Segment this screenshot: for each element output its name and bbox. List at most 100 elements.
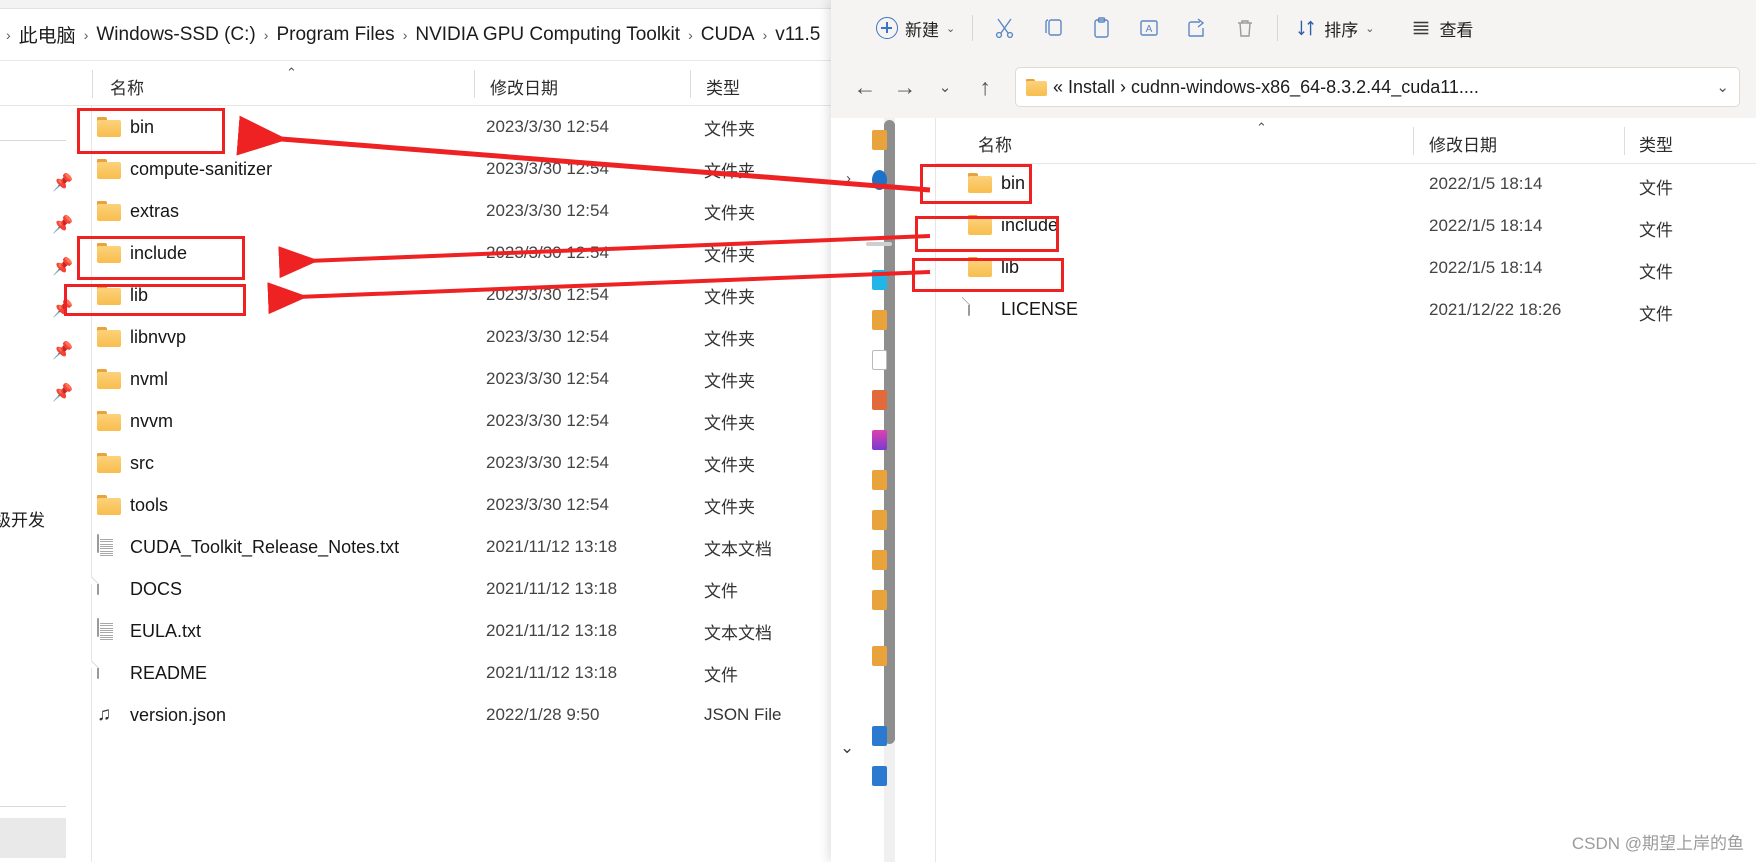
file-name[interactable]: lib [1001, 257, 1019, 278]
cut-button[interactable] [981, 8, 1029, 48]
file-name[interactable]: extras [130, 201, 179, 222]
column-header-date[interactable]: 修改日期 [1429, 131, 1497, 156]
table-row[interactable]: include 2023/3/30 12:54 文件夹 [92, 232, 862, 274]
nav-item-icon[interactable] [872, 130, 887, 150]
sort-button[interactable]: 排序 ⌄ [1286, 8, 1383, 48]
table-row[interactable]: nvml 2023/3/30 12:54 文件夹 [92, 358, 862, 400]
nav-item-truncated-label[interactable]: 级开发 [0, 506, 45, 531]
file-name[interactable]: tools [130, 495, 168, 516]
breadcrumb-item-cuda[interactable]: CUDA [697, 24, 759, 46]
explorer-window-cudnn: 新建 ⌄ A 排序 ⌄ 查看 ← → ⌄ ↑ « Install › cudnn… [831, 0, 1756, 862]
column-divider[interactable] [690, 70, 691, 98]
back-button[interactable]: ← [845, 68, 885, 106]
nav-item-icon[interactable] [872, 270, 887, 290]
table-row[interactable]: bin 2023/3/30 12:54 文件夹 [92, 106, 862, 148]
file-name[interactable]: CUDA_Toolkit_Release_Notes.txt [130, 537, 399, 558]
nav-item-icon[interactable] [872, 766, 887, 786]
breadcrumb-item-nvidia-gpu-computing-toolkit[interactable]: NVIDIA GPU Computing Toolkit [411, 24, 684, 46]
nav-item-icon[interactable] [872, 470, 887, 490]
nav-item-icon[interactable] [872, 590, 887, 610]
address-input[interactable]: « Install › cudnn-windows-x86_64-8.3.2.4… [1015, 67, 1740, 107]
table-row[interactable]: libnvvp 2023/3/30 12:54 文件夹 [92, 316, 862, 358]
view-button[interactable]: 查看 [1401, 8, 1482, 48]
right-file-list[interactable]: bin 2022/1/5 18:14 文件 include 2022/1/5 18:14… [936, 164, 1756, 862]
column-divider[interactable] [474, 70, 475, 98]
pin-icon[interactable]: 📌 [52, 174, 73, 192]
breadcrumb-item-windows-ssd-c[interactable]: Windows-SSD (C:) [92, 24, 259, 46]
nav-item-icon[interactable] [872, 646, 887, 666]
nav-item-icon[interactable] [866, 242, 892, 246]
column-header-name[interactable]: 名称 [978, 131, 1012, 156]
table-row[interactable]: src 2023/3/30 12:54 文件夹 [92, 442, 862, 484]
left-file-list[interactable]: bin 2023/3/30 12:54 文件夹 compute-sanitizer 20… [92, 106, 862, 862]
paste-button[interactable] [1077, 8, 1125, 48]
file-name[interactable]: include [130, 243, 187, 264]
nav-selected-block[interactable] [0, 818, 66, 858]
file-name[interactable]: EULA.txt [130, 621, 201, 642]
table-row[interactable]: extras 2023/3/30 12:54 文件夹 [92, 190, 862, 232]
breadcrumb-item-v11-5[interactable]: v11.5 [771, 24, 824, 46]
table-row[interactable]: DOCS 2021/11/12 13:18 文件 [92, 568, 862, 610]
table-row[interactable]: tools 2023/3/30 12:54 文件夹 [92, 484, 862, 526]
file-name[interactable]: bin [1001, 173, 1025, 194]
table-row[interactable]: lib 2023/3/30 12:54 文件夹 [92, 274, 862, 316]
recent-locations-button[interactable]: ⌄ [925, 68, 965, 106]
pin-icon[interactable]: 📌 [52, 342, 73, 360]
table-row[interactable]: compute-sanitizer 2023/3/30 12:54 文件夹 [92, 148, 862, 190]
breadcrumb[interactable]: › 此电脑 › Windows-SSD (C:) › Program Files › NVID… [0, 21, 824, 48]
nav-item-icon[interactable] [872, 550, 887, 570]
file-name[interactable]: README [130, 663, 207, 684]
table-row[interactable]: LICENSE 2021/12/22 18:26 文件 [936, 290, 1756, 332]
file-name[interactable]: nvml [130, 369, 168, 390]
column-header-type[interactable]: 类型 [1639, 131, 1673, 156]
nav-item-icon[interactable] [872, 310, 887, 330]
column-divider[interactable] [1624, 127, 1625, 155]
file-name[interactable]: libnvvp [130, 327, 186, 348]
table-row[interactable]: nvvm 2023/3/30 12:54 文件夹 [92, 400, 862, 442]
chevron-down-icon[interactable]: ⌄ [1716, 78, 1729, 96]
nav-item-icon[interactable] [872, 510, 887, 530]
table-row[interactable]: bin 2022/1/5 18:14 文件 [936, 164, 1756, 206]
nav-item-icon[interactable] [872, 726, 887, 746]
nav-item-icon[interactable] [872, 390, 887, 410]
copy-button[interactable] [1029, 8, 1077, 48]
share-button[interactable] [1173, 8, 1221, 48]
nav-item-icon[interactable] [872, 350, 887, 370]
column-header-date[interactable]: 修改日期 [490, 74, 558, 99]
table-row[interactable]: ♫ version.json 2022/1/28 9:50 JSON File [92, 694, 862, 736]
nav-item-icon[interactable] [872, 170, 887, 190]
file-name[interactable]: DOCS [130, 579, 182, 600]
table-row[interactable]: lib 2022/1/5 18:14 文件 [936, 248, 1756, 290]
forward-button[interactable]: → [885, 68, 925, 106]
new-button[interactable]: 新建 ⌄ [867, 8, 964, 48]
file-name[interactable]: nvvm [130, 411, 173, 432]
file-name[interactable]: compute-sanitizer [130, 159, 272, 180]
file-name[interactable]: include [1001, 215, 1058, 236]
delete-button[interactable] [1221, 8, 1269, 48]
breadcrumb-item-[interactable]: 此电脑 [15, 21, 80, 48]
pin-icon[interactable]: 📌 [52, 384, 73, 402]
file-name[interactable]: LICENSE [1001, 299, 1078, 320]
pin-icon[interactable]: 📌 [52, 216, 73, 234]
table-row[interactable]: README 2021/11/12 13:18 文件 [92, 652, 862, 694]
column-header-type[interactable]: 类型 [706, 74, 740, 99]
file-name[interactable]: src [130, 453, 154, 474]
file-name[interactable]: lib [130, 285, 148, 306]
nav-expand-chevron-icon[interactable]: › [846, 170, 851, 187]
left-navigation-pane[interactable]: 📌 📌 📌 📌 📌 📌 级开发 [0, 106, 92, 862]
column-divider[interactable] [1413, 127, 1414, 155]
left-address-bar[interactable]: › 此电脑 › Windows-SSD (C:) › Program Files › NVID… [0, 9, 862, 61]
breadcrumb-item-program-files[interactable]: Program Files [272, 24, 398, 46]
file-name[interactable]: version.json [130, 705, 226, 726]
up-button[interactable]: ↑ [965, 68, 1005, 106]
nav-item-icon[interactable] [872, 430, 887, 450]
table-row[interactable]: include 2022/1/5 18:14 文件 [936, 206, 1756, 248]
column-header-name[interactable]: 名称 [110, 74, 144, 99]
table-row[interactable]: EULA.txt 2021/11/12 13:18 文本文档 [92, 610, 862, 652]
rename-button[interactable]: A [1125, 8, 1173, 48]
file-name[interactable]: bin [130, 117, 154, 138]
pin-icon[interactable]: 📌 [52, 258, 73, 276]
table-row[interactable]: CUDA_Toolkit_Release_Notes.txt 2021/11/12… [92, 526, 862, 568]
pin-icon[interactable]: 📌 [52, 300, 73, 318]
nav-scroll-down-chevron-icon[interactable]: ⌄ [840, 738, 854, 758]
